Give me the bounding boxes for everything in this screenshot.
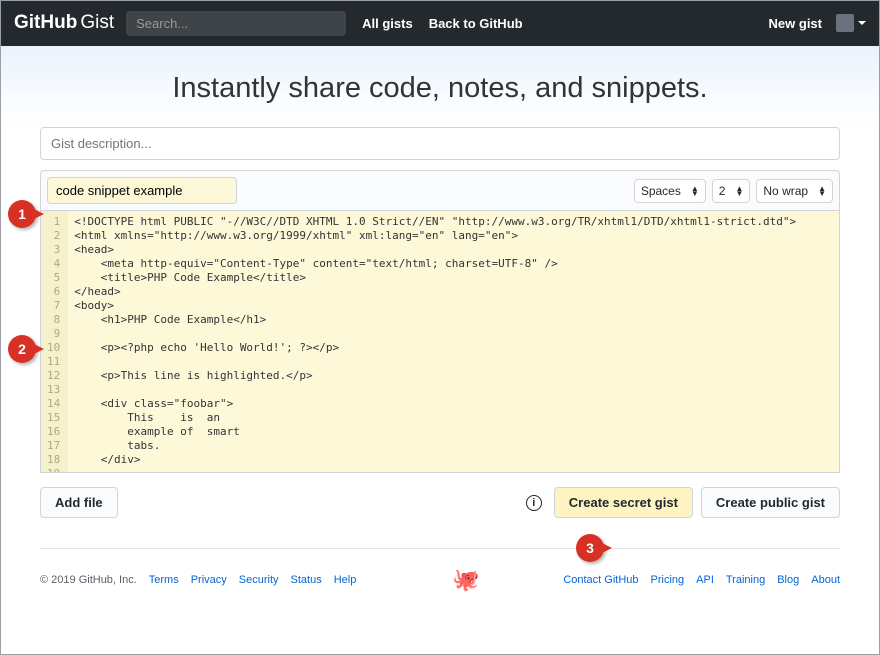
updown-icon: ▲▼ [691,186,699,196]
callout-1: 1 [8,200,36,228]
callout-2: 2 [8,335,36,363]
search-input[interactable] [126,11,346,36]
footer-terms[interactable]: Terms [149,574,179,586]
nav-back-github[interactable]: Back to GitHub [429,16,523,31]
header-nav: All gists Back to GitHub [362,16,522,31]
caret-down-icon [858,21,866,25]
copyright: © 2019 GitHub, Inc. [40,574,137,586]
nav-all-gists[interactable]: All gists [362,16,413,31]
create-public-gist-button[interactable]: Create public gist [701,487,840,518]
action-row: Add file i Create secret gist Create pub… [40,473,840,532]
wrap-mode-select[interactable]: No wrap ▲▼ [756,179,833,203]
indent-size-select[interactable]: 2 ▲▼ [712,179,751,203]
avatar-icon [836,14,854,32]
gist-description-input[interactable] [40,127,840,160]
updown-icon: ▲▼ [735,186,743,196]
hero-title: Instantly share code, notes, and snippet… [0,72,880,105]
callout-3: 3 [576,534,604,562]
user-menu[interactable] [836,14,866,32]
footer-pricing[interactable]: Pricing [651,574,685,586]
hero: Instantly share code, notes, and snippet… [0,46,880,127]
filename-input[interactable] [47,177,237,204]
footer-api[interactable]: API [696,574,714,586]
footer-status[interactable]: Status [291,574,322,586]
updown-icon: ▲▼ [818,186,826,196]
site-header: GitHub Gist All gists Back to GitHub New… [0,0,880,46]
create-secret-gist-button[interactable]: Create secret gist [554,487,693,518]
footer-help[interactable]: Help [334,574,357,586]
footer-contact[interactable]: Contact GitHub [563,574,638,586]
info-icon[interactable]: i [526,495,542,511]
logo-thin: Gist [80,12,114,34]
add-file-button[interactable]: Add file [40,487,118,518]
footer: © 2019 GitHub, Inc. Terms Privacy Securi… [40,548,840,611]
logo-bold: GitHub [14,12,77,34]
indent-size-value: 2 [719,184,726,198]
indent-mode-value: Spaces [641,184,681,198]
line-gutter: 12345678910111213141516171819 [41,211,68,472]
file-header: Spaces ▲▼ 2 ▲▼ No wrap ▲▼ [40,170,840,211]
footer-blog[interactable]: Blog [777,574,799,586]
logo[interactable]: GitHub Gist [14,12,114,34]
code-content[interactable]: <!DOCTYPE html PUBLIC "-//W3C//DTD XHTML… [68,211,839,472]
code-editor[interactable]: 12345678910111213141516171819 <!DOCTYPE … [40,211,840,473]
footer-security[interactable]: Security [239,574,279,586]
indent-mode-select[interactable]: Spaces ▲▼ [634,179,706,203]
wrap-mode-value: No wrap [763,184,808,198]
footer-training[interactable]: Training [726,574,765,586]
page-scroll[interactable]: GitHub Gist All gists Back to GitHub New… [0,0,880,655]
footer-about[interactable]: About [811,574,840,586]
new-gist-link[interactable]: New gist [769,16,822,31]
github-mark-icon: 🐙 [452,567,479,592]
footer-privacy[interactable]: Privacy [191,574,227,586]
